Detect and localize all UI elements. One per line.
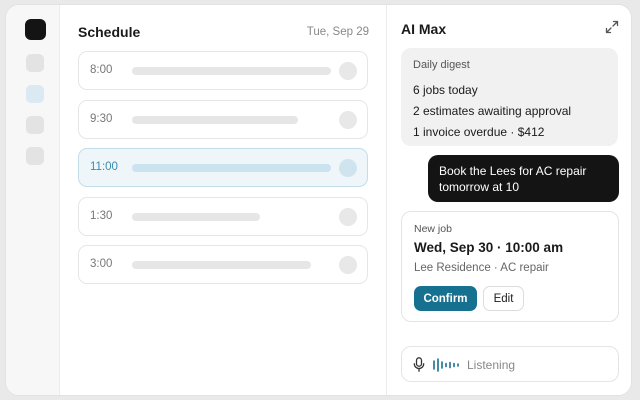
schedule-title: Schedule	[78, 24, 141, 40]
nav-item-3[interactable]	[26, 116, 44, 134]
nav-item-1[interactable]	[26, 54, 44, 72]
digest-item: 2 estimates awaiting approval	[413, 104, 572, 118]
voice-status: Listening	[467, 358, 516, 372]
slot-avatar	[339, 207, 357, 226]
new-job-card: New job Wed, Sep 30 · 10:00 am Lee Resid…	[401, 211, 619, 322]
schedule-slot[interactable]: 11:00	[78, 148, 368, 187]
slot-avatar	[339, 256, 357, 274]
schedule-slot[interactable]: 9:30	[78, 99, 368, 139]
slot-avatar	[339, 110, 357, 129]
audio-waveform-icon	[433, 358, 459, 372]
confirm-button[interactable]: Confirm	[414, 286, 477, 311]
assistant-title: AI Max	[401, 21, 447, 37]
user-message-bubble: Book the Lees for AC repair tomorrow at …	[428, 155, 619, 202]
digest-heading: Daily digest	[413, 59, 470, 71]
job-datetime: Wed, Sep 30 · 10:00 am	[414, 240, 564, 255]
app-window: Schedule Tue, Sep 29 8:00 9:30 11:00 1:30 3:…	[5, 4, 632, 396]
schedule-slot[interactable]: 8:00	[78, 51, 368, 90]
slot-placeholder-bar	[132, 212, 260, 221]
assistant-panel: AI Max Daily digest 6 jobs today 2 estim…	[388, 5, 631, 395]
slot-placeholder-bar	[132, 261, 311, 269]
expand-icon[interactable]	[605, 20, 619, 34]
slot-time: 8:00	[90, 64, 113, 76]
slot-avatar	[339, 62, 357, 80]
slot-time: 9:30	[90, 112, 113, 125]
slot-time: 11:00	[90, 161, 118, 173]
slot-avatar	[339, 159, 357, 177]
slot-time: 3:00	[90, 258, 113, 270]
schedule-date[interactable]: Tue, Sep 29	[307, 26, 369, 38]
job-card-heading: New job	[414, 223, 452, 235]
voice-input[interactable]: Listening	[401, 346, 619, 382]
digest-item: 1 invoice overdue · $412	[413, 125, 545, 139]
nav-rail	[6, 5, 60, 395]
nav-item-schedule[interactable]	[26, 85, 44, 103]
slot-placeholder-bar	[132, 164, 331, 172]
microphone-icon[interactable]	[413, 357, 425, 372]
nav-item-4[interactable]	[26, 147, 44, 165]
slot-placeholder-bar	[132, 67, 331, 75]
slot-placeholder-bar	[132, 115, 298, 124]
schedule-slot[interactable]: 1:30	[78, 196, 368, 236]
digest-item: 6 jobs today	[413, 83, 478, 97]
edit-button[interactable]: Edit	[483, 286, 524, 311]
schedule-slot[interactable]: 3:00	[78, 245, 368, 284]
schedule-panel: Schedule Tue, Sep 29 8:00 9:30 11:00 1:30 3:…	[61, 5, 387, 395]
job-details: Lee Residence · AC repair	[414, 262, 549, 274]
daily-digest-card: Daily digest 6 jobs today 2 estimates aw…	[401, 48, 618, 146]
slot-time: 1:30	[90, 209, 113, 222]
app-logo[interactable]	[25, 19, 46, 40]
